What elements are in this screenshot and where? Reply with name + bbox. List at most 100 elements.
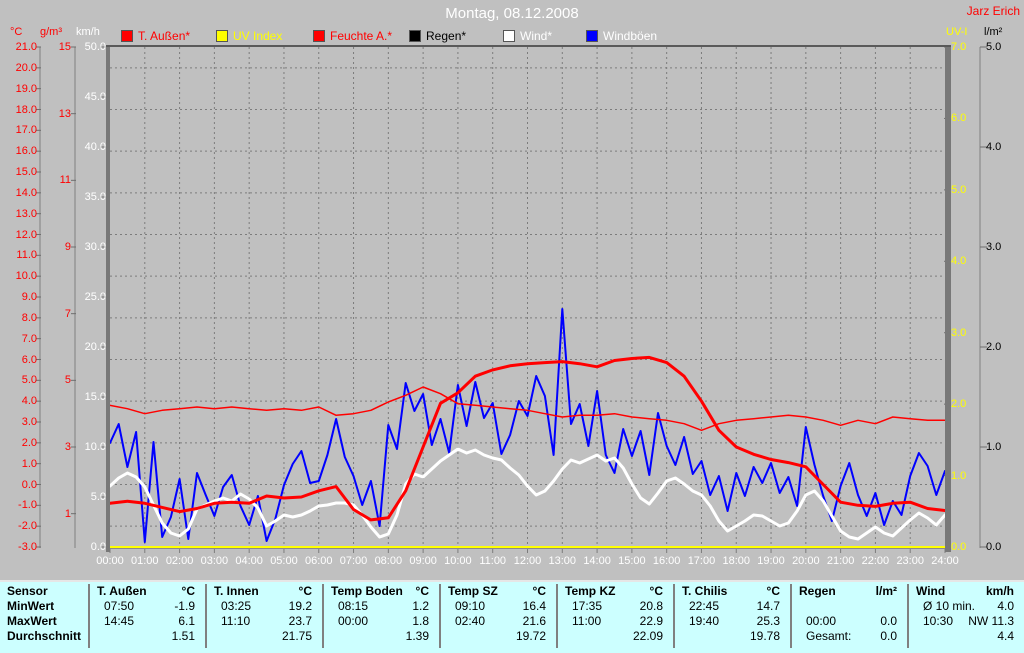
legend-item-label: T. Außen* [138,29,191,43]
cell-time: 08:15 [338,599,369,613]
cell-time: 07:50 [104,599,135,613]
sensor-unit: °C [649,584,663,598]
ytick-rain: 0.0 [986,541,1002,553]
legend-item-windb-en: Windböen [586,29,658,43]
axis-unit-temp_c: °C [10,26,23,38]
table-max-row: 10:30 NW 11.3 [909,614,1024,629]
ytick-wind: 50.0 [84,41,106,53]
xtick-label: 21:00 [826,555,855,567]
sensor-name: Temp Boden [331,584,403,598]
xtick-label: 05:00 [270,555,298,567]
table-group-header: Temp SZ °C [441,584,556,599]
cell-value: 25.3 [756,614,780,628]
table-group-temp-sz: Temp SZ °C 09:10 16.4 02:40 21.6 19.72 [439,584,556,648]
table-max-row: 00:00 0.0 [792,614,907,629]
ytick-temp_c: 14.0 [15,186,37,199]
xtick-label: 08:00 [374,555,403,567]
xtick-label: 19:00 [757,555,785,567]
xtick-label: 23:00 [896,555,924,567]
ytick-rain: 4.0 [986,141,1002,153]
cell-value: 16.4 [522,599,546,613]
cell-value: 22.9 [639,614,663,628]
ytick-temp_c: 19.0 [15,82,37,95]
sensor-unit: l/m² [875,584,897,598]
cell-time: 22:45 [689,599,720,613]
cell-value: 19.2 [288,599,312,613]
table-max-row: 11:10 23.7 [207,614,322,629]
cell-time: 03:25 [221,599,252,613]
xtick-label: 04:00 [235,555,263,567]
xtick-label: 14:00 [583,555,611,567]
table-min-row: 08:15 1.2 [324,599,439,614]
legend-item-label: Regen* [426,29,467,43]
cell-value: 1.51 [171,629,195,643]
xtick-label: 10:00 [444,555,472,567]
cell-time: 10:30 [923,614,954,628]
ytick-uv: 7.0 [951,41,967,53]
xtick-label: 13:00 [548,555,577,567]
cell-time: 19:40 [689,614,720,628]
ytick-rain: 5.0 [986,41,1002,53]
table-avg-row: 1.39 [324,629,439,644]
cell-value: NW 11.3 [968,614,1014,628]
ytick-temp_c: 8.0 [21,311,37,324]
axis-unit-wind: km/h [76,26,100,38]
ytick-temp_c: 5.0 [21,374,37,387]
table-group-t-chilis: T. Chilis °C 22:45 14.7 19:40 25.3 19.78 [673,584,790,648]
ytick-wind: 40.0 [84,141,106,153]
table-min-row: 03:25 19.2 [207,599,322,614]
plot-border-top [106,45,951,47]
legend-item-label: Windböen [603,29,658,43]
legend-swatch-icon [313,30,325,42]
ytick-temp_c: 1.0 [21,457,37,470]
row-label-text: MinWert [7,599,55,613]
ytick-humidity: 5 [64,374,71,387]
ytick-uv: 1.0 [951,469,967,482]
table-group-header: Wind km/h [909,584,1024,599]
ytick-wind: 10.0 [84,441,106,453]
legend-item-uv-index: UV Index [216,29,282,43]
ytick-temp_c: 7.0 [21,332,37,345]
sensor-name: T. Chilis [682,584,728,598]
xtick-label: 15:00 [618,555,646,567]
row-label-text: MaxWert [7,614,57,628]
ytick-temp_c: 16.0 [15,145,37,158]
cell-time: 00:00 [338,614,369,628]
ytick-humidity: 7 [64,307,71,320]
ytick-wind: 5.0 [90,491,106,503]
xtick-label: 02:00 [165,555,194,567]
row-label-text: Durchschnitt [7,629,82,643]
ytick-temp_c: -2.0 [18,520,37,533]
cell-time: 14:45 [104,614,135,628]
xtick-label: 12:00 [513,555,542,567]
watermark-author: Jarz Erich [966,4,1020,18]
ytick-temp_c: 12.0 [15,228,37,241]
sensor-name: T. Innen [214,584,259,598]
table-max-row: 02:40 21.6 [441,614,556,629]
ytick-temp_c: 13.0 [15,207,37,220]
table-avg-row: 19.78 [675,629,790,644]
table-max-row: 00:00 1.8 [324,614,439,629]
cell-time: 17:35 [572,599,603,613]
table-max-row: 14:45 6.1 [90,614,205,629]
ytick-temp_c: 21.0 [15,41,37,53]
xtick-label: 22:00 [861,555,890,567]
table-group-header: Regen l/m² [792,584,907,599]
cell-time: Ø 10 min. [923,599,976,613]
table-group-header: T. Chilis °C [675,584,790,599]
table-max-row: 19:40 25.3 [675,614,790,629]
ytick-temp_c: 6.0 [21,353,37,366]
sensor-name: Temp KZ [565,584,616,598]
ytick-rain: 2.0 [986,341,1002,353]
ytick-uv: 0.0 [951,541,967,553]
xtick-label: 18:00 [722,555,751,567]
xtick-label: 11:00 [479,555,507,567]
ytick-wind: 45.0 [84,91,106,103]
ytick-temp_c: 20.0 [15,61,37,74]
table-min-row: 22:45 14.7 [675,599,790,614]
table-row-label: Durchschnitt [0,629,88,644]
table-group-header: T. Innen °C [207,584,322,599]
cell-value: 0.0 [880,614,897,628]
sensor-unit: °C [766,584,780,598]
sensor-unit: °C [415,584,429,598]
